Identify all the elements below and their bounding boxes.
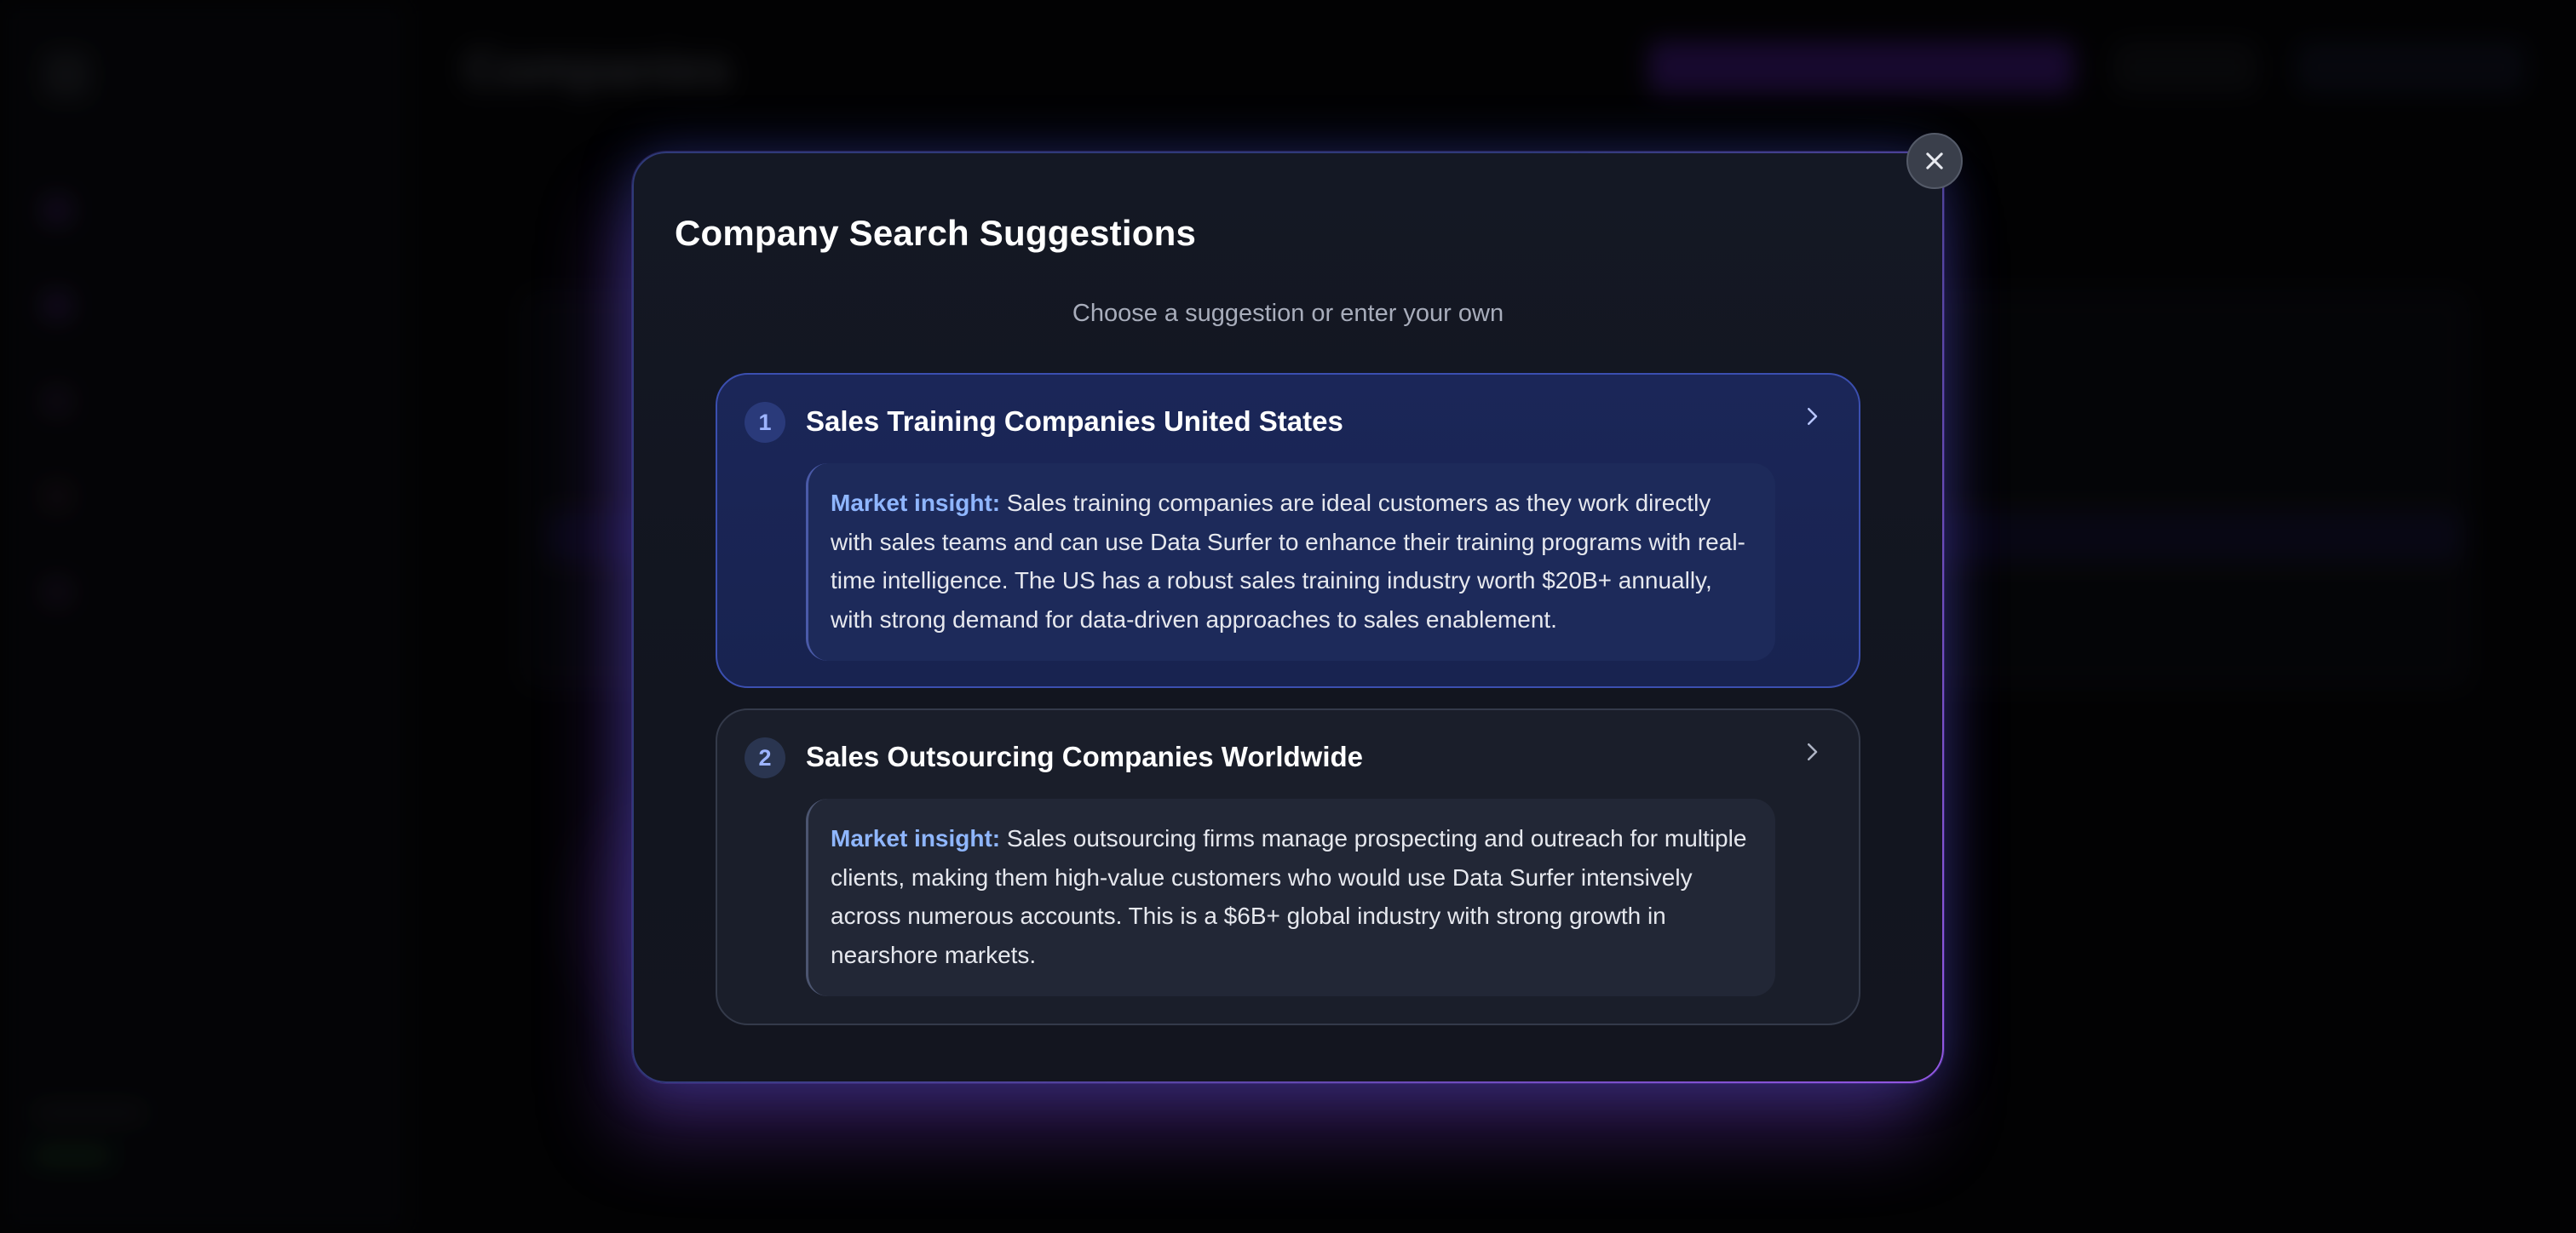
suggestion-title: Sales Outsourcing Companies Worldwide	[806, 741, 1364, 772]
suggestions-modal: Company Search Suggestions Choose a sugg…	[632, 152, 1944, 1083]
insight-label: Market insight:	[831, 490, 1001, 516]
market-insight: Market insight: Sales training companies…	[806, 463, 1775, 661]
suggestion-card[interactable]: 2 Sales Outsourcing Companies Worldwide …	[716, 708, 1860, 1025]
suggestion-card[interactable]: 1 Sales Training Companies United States…	[716, 373, 1860, 688]
modal-subtitle: Choose a suggestion or enter your own	[1072, 300, 1504, 327]
modal-title: Company Search Suggestions	[675, 213, 1197, 253]
suggestion-number: 2	[745, 737, 785, 778]
chevron-right-icon	[1808, 408, 1818, 425]
suggestion-number: 1	[745, 402, 785, 443]
insight-label: Market insight:	[831, 825, 1001, 852]
close-icon	[1926, 152, 1943, 169]
suggestion-title: Sales Training Companies United States	[806, 405, 1343, 437]
close-button[interactable]	[1906, 133, 1963, 189]
market-insight: Market insight: Sales outsourcing firms …	[806, 799, 1775, 996]
chevron-right-icon	[1808, 743, 1818, 760]
